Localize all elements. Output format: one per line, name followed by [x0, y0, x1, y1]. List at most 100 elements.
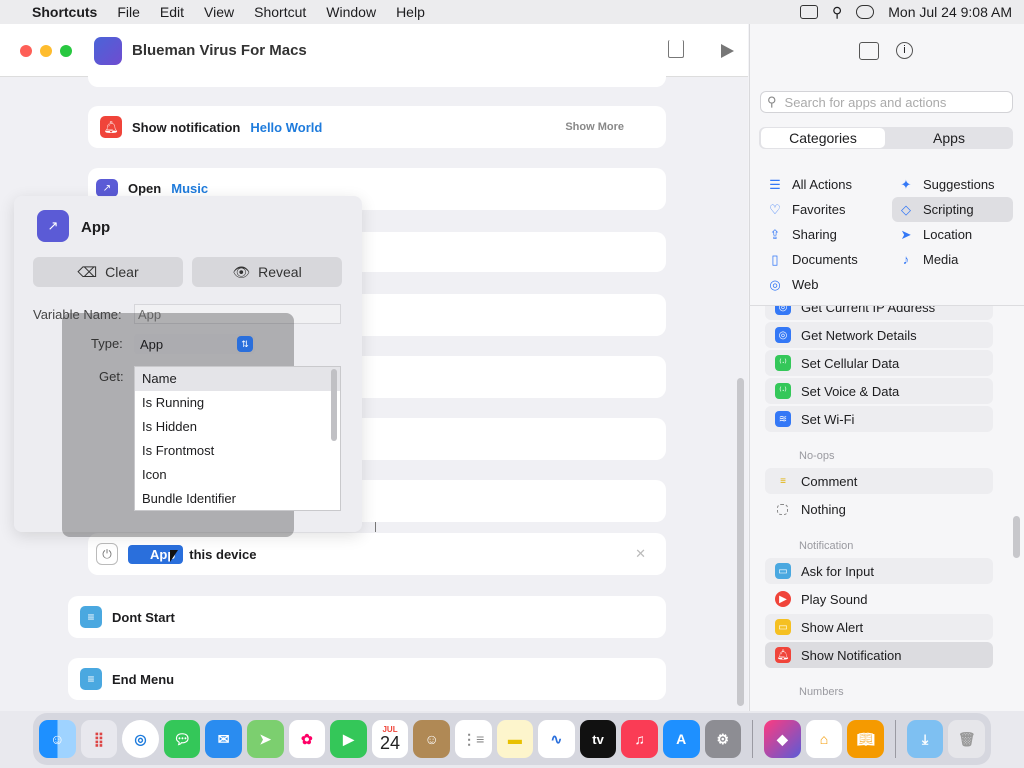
window-title[interactable]: Blueman Virus For Macs	[132, 42, 307, 59]
search-field[interactable]: ⚲ Search for apps and actions	[760, 91, 1013, 113]
category-label: Suggestions	[923, 177, 995, 192]
menu-clock[interactable]: Mon Jul 24 9:08 AM	[888, 4, 1012, 20]
share-icon: ⇪	[769, 226, 781, 242]
editor-scrollbar[interactable]	[737, 378, 744, 706]
photos-icon[interactable]: ✿	[288, 720, 326, 758]
action-ask-for-input[interactable]: ▭ Ask for Input	[765, 558, 993, 584]
freeform-icon[interactable]: ∿	[538, 720, 575, 758]
action-show-alert[interactable]: ▭ Show Alert	[765, 614, 993, 640]
get-item-is-frontmost[interactable]: Is Frontmost	[135, 439, 340, 463]
downloads-folder-icon[interactable]: ⤓	[906, 720, 944, 758]
show-more-button[interactable]: Show More	[565, 121, 624, 133]
get-item-is-running[interactable]: Is Running	[135, 391, 340, 415]
tab-apps[interactable]: Apps	[887, 128, 1011, 148]
category-all-actions[interactable]: ☰ All Actions	[766, 172, 886, 197]
remove-action-icon[interactable]: ✕	[635, 546, 646, 562]
action-get-current-ip[interactable]: ◎ Get Current IP Address	[765, 306, 993, 320]
notes-icon[interactable]: ▬	[496, 720, 534, 758]
books-icon[interactable]: 📖︎	[847, 720, 884, 758]
category-location[interactable]: ➤ Location	[897, 222, 1017, 247]
facetime-icon[interactable]: ▶	[330, 720, 367, 758]
alert-icon: ▭	[775, 619, 791, 635]
spotlight-search-icon[interactable]: ⚲	[832, 4, 842, 21]
launchpad-icon[interactable]: ⣿	[80, 720, 118, 758]
minimize-window-button[interactable]	[40, 45, 52, 57]
add-action-icon[interactable]	[859, 42, 879, 60]
network-icon: ◎	[775, 306, 791, 315]
sidebar-scrollbar[interactable]	[1013, 516, 1020, 558]
category-label: Web	[792, 277, 819, 292]
finder-icon[interactable]: ☺	[39, 720, 76, 758]
action-show-notification[interactable]: 🔔︎ Show Notification	[765, 642, 993, 668]
category-sharing[interactable]: ⇪ Sharing	[766, 222, 886, 247]
action-set-wifi[interactable]: ≋ Set Wi-Fi	[765, 406, 993, 432]
music-app-chip[interactable]: Music	[171, 181, 208, 196]
notification-text-chip[interactable]: Hello World	[250, 120, 322, 135]
category-web[interactable]: ◎ Web	[766, 272, 886, 297]
text-icon: ≡	[80, 606, 102, 628]
action-nothing[interactable]: Nothing	[765, 496, 993, 522]
tab-categories[interactable]: Categories	[761, 128, 885, 148]
action-dont-start[interactable]: ≡ Dont Start	[68, 596, 666, 638]
category-scripting[interactable]: ◇ Scripting	[897, 197, 1017, 222]
menu-shortcut[interactable]: Shortcut	[254, 4, 306, 20]
share-icon[interactable]	[668, 40, 684, 58]
action-card[interactable]	[88, 75, 666, 87]
menu-file[interactable]: File	[117, 4, 140, 20]
mail-icon[interactable]: ✉	[205, 720, 242, 758]
action-show-notification[interactable]: 🔔︎ Show notification Hello World Show Mo…	[88, 106, 666, 148]
home-icon[interactable]: ⌂	[805, 720, 843, 758]
action-set-voice-data[interactable]: ⁽ᐧ⁾ Set Voice & Data	[765, 378, 993, 404]
app-variable-icon: ↗	[37, 210, 69, 242]
category-media[interactable]: ♪ Media	[897, 247, 1017, 272]
notification-bell-icon: 🔔︎	[100, 116, 122, 138]
contacts-icon[interactable]: ☺	[413, 720, 450, 758]
safari-icon[interactable]: ◎	[122, 720, 159, 758]
nothing-square-icon	[777, 503, 788, 515]
category-documents[interactable]: ▯ Documents	[766, 247, 886, 272]
menu-help[interactable]: Help	[396, 4, 425, 20]
apple-tv-icon[interactable]: tv	[579, 720, 617, 758]
get-item-icon[interactable]: Icon	[135, 463, 340, 487]
music-icon[interactable]: ♫	[621, 720, 658, 758]
system-settings-icon[interactable]: ⚙	[704, 720, 742, 758]
action-get-network-details[interactable]: ◎ Get Network Details	[765, 322, 993, 348]
run-play-icon[interactable]	[721, 44, 734, 58]
this-device-label: this device	[189, 546, 257, 562]
action-comment[interactable]: ≡ Comment	[765, 468, 993, 494]
get-item-bundle-identifier[interactable]: Bundle Identifier	[135, 487, 340, 510]
clear-button[interactable]: ⌫ Clear	[33, 257, 183, 287]
messages-icon[interactable]: 💬︎	[163, 720, 201, 758]
action-label: Nothing	[801, 501, 846, 517]
action-play-sound[interactable]: ▶ Play Sound	[765, 586, 993, 612]
menu-edit[interactable]: Edit	[160, 4, 184, 20]
control-center-icon[interactable]	[856, 5, 875, 19]
menu-window[interactable]: Window	[326, 4, 376, 20]
type-popup-button[interactable]: App ⇅	[134, 334, 255, 354]
category-favorites[interactable]: ♡ Favorites	[766, 197, 886, 222]
menu-bar: Shortcuts File Edit View Shortcut Window…	[0, 0, 1024, 24]
zoom-window-button[interactable]	[60, 45, 72, 57]
shortcuts-app-icon[interactable]: ◆	[764, 720, 801, 758]
menu-view[interactable]: View	[204, 4, 234, 20]
app-store-icon[interactable]: A	[662, 720, 700, 758]
category-suggestions[interactable]: ✦ Suggestions	[897, 172, 1017, 197]
action-end-menu[interactable]: ≡ End Menu	[68, 658, 666, 700]
close-window-button[interactable]	[20, 45, 32, 57]
maps-icon[interactable]: ➤	[246, 720, 284, 758]
get-list-scrollbar[interactable]	[331, 369, 337, 441]
get-item-is-hidden[interactable]: Is Hidden	[135, 415, 340, 439]
reveal-button[interactable]: 👁︎ Reveal	[192, 257, 342, 287]
action-set-cellular-data[interactable]: ⁽ᐧ⁾ Set Cellular Data	[765, 350, 993, 376]
reminders-icon[interactable]: ⋮≡	[454, 720, 492, 758]
action-label: End Menu	[112, 671, 175, 687]
section-notification: Notification	[799, 540, 854, 552]
info-icon[interactable]: i	[896, 42, 913, 59]
screen-mirroring-icon[interactable]	[799, 5, 818, 19]
get-item-name[interactable]: Name	[135, 367, 340, 391]
calendar-day: 24	[380, 733, 401, 753]
get-label: Get:	[99, 369, 124, 384]
calendar-icon[interactable]: JUL 24	[371, 720, 409, 758]
trash-icon[interactable]: 🗑︎	[948, 720, 985, 758]
menu-app-name[interactable]: Shortcuts	[32, 4, 97, 20]
